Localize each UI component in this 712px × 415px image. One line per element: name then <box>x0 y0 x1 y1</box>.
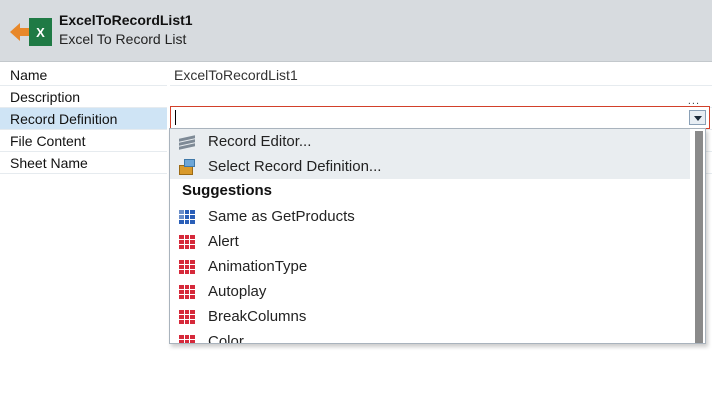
suggestions-heading: Suggestions <box>182 182 273 199</box>
widget-title: ExcelToRecordList1 <box>59 12 193 28</box>
suggestion-item[interactable]: BreakColumns <box>170 304 690 329</box>
record-definition-dropdown[interactable]: Record Editor... Select Record Definitio… <box>169 128 706 344</box>
record-definition-input[interactable] <box>170 106 710 129</box>
property-label: File Content <box>0 130 167 152</box>
record-table-icon <box>178 283 196 300</box>
text-caret <box>175 110 176 125</box>
property-label: Record Definition <box>0 108 167 130</box>
record-table-icon <box>178 308 196 325</box>
record-table-icon <box>178 233 196 250</box>
property-row-description[interactable]: Description ... <box>0 86 712 108</box>
suggestion-item[interactable]: AnimationType <box>170 254 690 279</box>
property-value-name[interactable]: ExcelToRecordList1 <box>170 64 712 86</box>
scrollbar-thumb[interactable] <box>695 131 703 343</box>
select-record-definition-icon <box>178 158 196 175</box>
suggestion-item[interactable]: Autoplay <box>170 279 690 304</box>
properties-header: X ExcelToRecordList1 Excel To Record Lis… <box>0 0 712 62</box>
suggestion-item[interactable]: Alert <box>170 229 690 254</box>
property-label: Description <box>0 86 167 108</box>
dropdown-arrow-button[interactable] <box>689 110 706 125</box>
property-label: Sheet Name <box>0 152 167 174</box>
record-table-icon <box>178 258 196 275</box>
record-editor-icon <box>178 134 196 150</box>
property-value-description[interactable]: ... <box>170 86 712 108</box>
widget-type: Excel To Record List <box>59 31 187 47</box>
suggestion-item[interactable]: Same as GetProducts <box>170 204 690 229</box>
select-record-definition-option[interactable]: Select Record Definition... <box>170 154 690 179</box>
suggestion-item[interactable]: Color <box>170 329 690 343</box>
record-table-icon <box>178 333 196 343</box>
record-list-blue-icon <box>178 208 196 225</box>
property-label: Name <box>0 64 167 86</box>
record-editor-option[interactable]: Record Editor... <box>170 129 690 154</box>
property-row-name[interactable]: Name ExcelToRecordList1 <box>0 64 712 86</box>
excel-to-record-list-icon: X <box>10 18 52 46</box>
dropdown-scrollbar[interactable] <box>695 131 703 343</box>
